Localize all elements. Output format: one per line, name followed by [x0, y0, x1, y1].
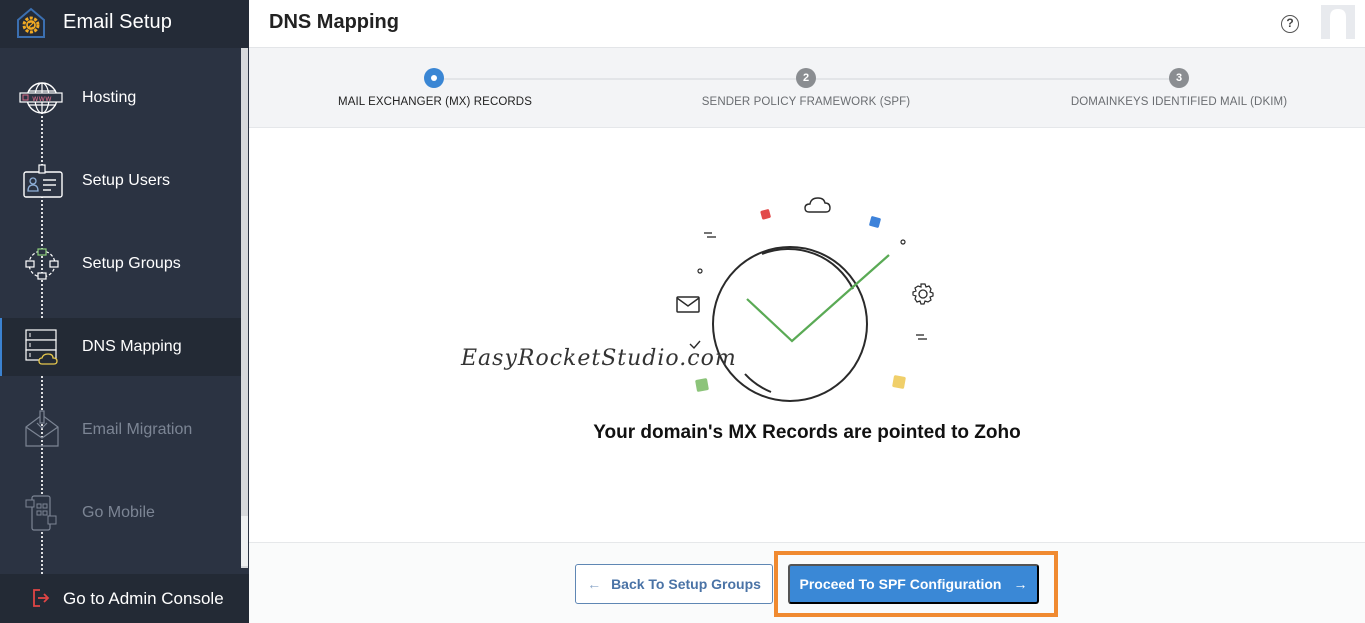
sidebar-header: Email Setup	[0, 0, 249, 48]
exit-icon	[33, 589, 50, 607]
sidebar-item-setup-users[interactable]: Setup Users	[0, 152, 241, 210]
server-cloud-icon	[25, 329, 58, 365]
action-footer: ← Back To Setup Groups Proceed To SPF Co…	[249, 542, 1365, 623]
back-button-label: Back To Setup Groups	[611, 576, 761, 592]
envelope-icon	[676, 296, 700, 313]
sidebar-item-label: Email Migration	[82, 421, 193, 438]
admin-console-label: Go to Admin Console	[63, 589, 224, 608]
step-connector	[434, 78, 806, 80]
app: Email Setup www Hosting Setup Users Setu…	[0, 0, 1365, 623]
sidebar-item-label: Setup Groups	[82, 255, 181, 272]
green-square	[695, 378, 709, 392]
sidebar-item-dns-mapping[interactable]: DNS Mapping	[0, 318, 241, 376]
help-icon[interactable]: ?	[1281, 15, 1299, 33]
sidebar: Email Setup www Hosting Setup Users Setu…	[0, 0, 249, 623]
step-1-indicator[interactable]	[424, 68, 444, 88]
step-3-indicator[interactable]: 3	[1169, 68, 1189, 88]
avatar[interactable]	[1321, 5, 1355, 39]
sidebar-item-label: DNS Mapping	[82, 338, 182, 355]
admin-console-link[interactable]: Go to Admin Console	[0, 574, 249, 623]
sidebar-item-go-mobile[interactable]: Go Mobile	[0, 484, 241, 542]
arrow-left-icon: ←	[587, 576, 602, 592]
group-network-icon	[25, 248, 59, 280]
check-circle-icon	[712, 246, 890, 402]
user-silhouette-icon	[1321, 5, 1355, 39]
email-download-icon	[25, 410, 59, 447]
svg-text:www: www	[32, 94, 52, 103]
sidebar-scrollbar-track	[241, 516, 248, 566]
top-bar: DNS Mapping ?	[249, 0, 1365, 48]
step-3-label[interactable]: DOMAINKEYS IDENTIFIED MAIL (DKIM)	[1071, 96, 1287, 108]
success-message: Your domain's MX Records are pointed to …	[593, 422, 1021, 443]
success-illustration	[676, 197, 934, 402]
arrow-right-icon: →	[1013, 576, 1028, 592]
back-button[interactable]: ← Back To Setup Groups	[575, 564, 773, 604]
blue-square	[869, 216, 881, 228]
gear-icon	[912, 283, 934, 305]
sidebar-item-email-migration[interactable]: Email Migration	[0, 401, 241, 459]
main-content: EasyRocketStudio.com Your domain's MX Re…	[249, 129, 1365, 542]
sidebar-item-label: Setup Users	[82, 172, 171, 189]
sidebar-item-label: Go Mobile	[82, 504, 155, 521]
yellow-square	[892, 375, 906, 389]
step-2-indicator[interactable]: 2	[796, 68, 816, 88]
page-title: DNS Mapping	[269, 11, 399, 33]
sidebar-scrollbar[interactable]	[241, 48, 248, 568]
mobile-apps-icon	[25, 495, 57, 531]
gear-house-icon	[17, 7, 45, 38]
id-card-icon	[23, 164, 63, 198]
step-1-label[interactable]: MAIL EXCHANGER (MX) RECORDS	[338, 96, 532, 108]
sidebar-item-setup-groups[interactable]: Setup Groups	[0, 235, 241, 293]
cloud-icon	[804, 197, 831, 213]
proceed-button[interactable]: Proceed To SPF Configuration →	[788, 564, 1039, 604]
step-connector	[806, 78, 1179, 80]
proceed-button-label: Proceed To SPF Configuration	[799, 576, 1002, 592]
globe-www-icon: www	[19, 82, 63, 114]
step-2-label[interactable]: SENDER POLICY FRAMEWORK (SPF)	[702, 96, 910, 108]
red-square	[760, 209, 771, 220]
watermark-text: EasyRocketStudio.com	[461, 346, 737, 371]
sidebar-item-hosting[interactable]: www Hosting	[0, 69, 241, 127]
sidebar-title: Email Setup	[63, 11, 172, 33]
sidebar-item-label: Hosting	[82, 89, 137, 106]
stepper: MAIL EXCHANGER (MX) RECORDS 2 SENDER POL…	[249, 48, 1365, 128]
